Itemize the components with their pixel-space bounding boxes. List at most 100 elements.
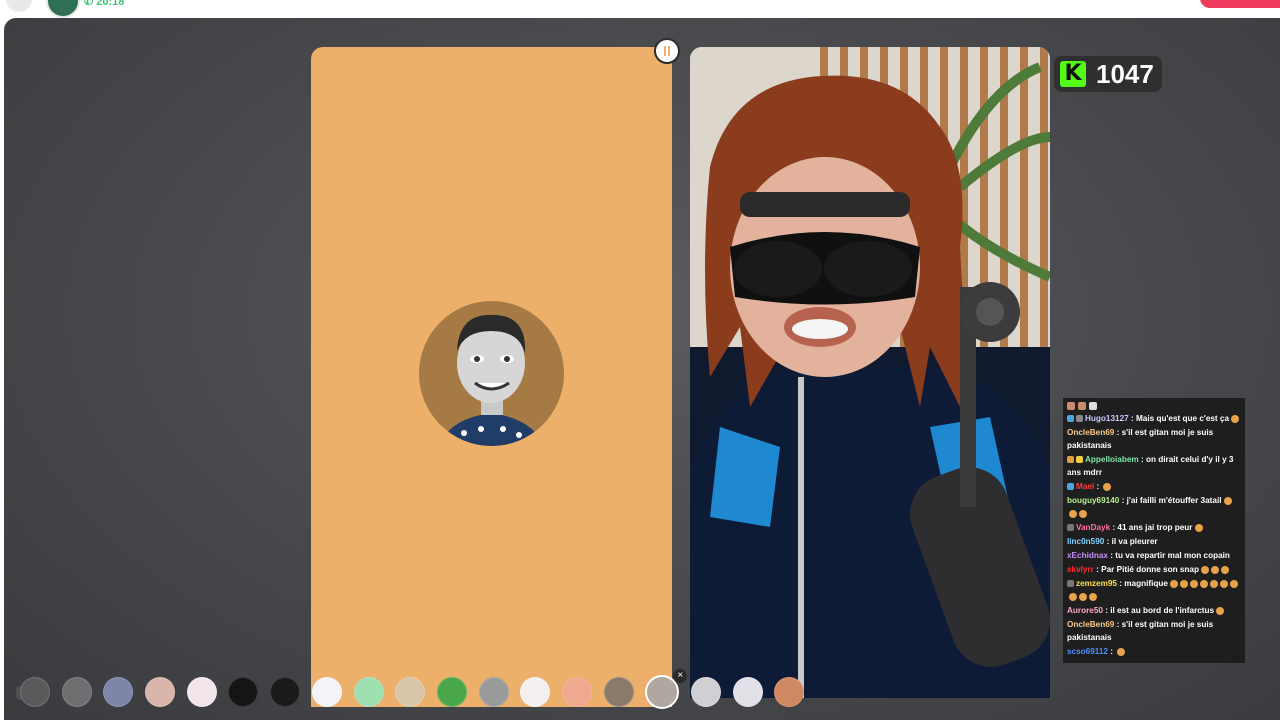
chat-emoji-icon (1223, 496, 1232, 505)
chat-username[interactable]: VanDayk (1076, 523, 1110, 532)
chat-emoji-icon (1216, 606, 1225, 615)
chat-user-badge-icon (1076, 456, 1083, 464)
chat-message-text: : (1107, 647, 1116, 656)
chat-message: xEchidnax : tu va repartir mal mon copai… (1067, 549, 1241, 562)
call-stage: K 1047 Hugo13127 : Mais qu'est que c'est… (4, 18, 1280, 720)
reaction-hairy-face-icon[interactable]: × (645, 669, 688, 709)
chat-message: linc0n590 : il va pleurer (1067, 535, 1241, 548)
chat-emoji-icon (1103, 482, 1112, 491)
reaction-blue-face-icon[interactable] (103, 677, 134, 707)
chat-emoji-icon (1079, 509, 1087, 518)
chat-emoji-icon (1210, 565, 1219, 574)
chat-username[interactable]: skvlyrr (1067, 565, 1094, 574)
call-timer: ✆ 20:18 (84, 0, 124, 8)
chat-username[interactable]: Mael (1076, 482, 1094, 491)
chat-user-badge-icon (1067, 456, 1074, 464)
chat-emoji-icon (1069, 509, 1077, 518)
participant-avatar (419, 301, 564, 446)
top-bar: ✆ 20:18 (0, 0, 1280, 18)
reaction-gray-face-icon[interactable] (61, 677, 92, 707)
chat-username[interactable]: OncleBen69 (1067, 620, 1114, 629)
chat-emoji-icon (1179, 579, 1188, 588)
chat-emoji-icon (1220, 565, 1229, 574)
chat-message-text: : 41 ans jai trop peur (1110, 523, 1193, 532)
left-participant-panel (311, 47, 672, 707)
user-avatar[interactable] (46, 0, 80, 18)
memoji-avatar-icon (439, 314, 544, 446)
chat-message: Hugo13127 : Mais qu'est que c'est ça (1067, 412, 1241, 425)
chat-user-badge-icon (1076, 415, 1083, 423)
reaction-sunglasses-icon[interactable] (478, 677, 509, 707)
kick-logo-icon: K (1060, 61, 1086, 87)
chat-message: Appelloiabem : on dirait celui d'y il y … (1067, 453, 1241, 479)
chat-message: OncleBen69 : s'il est gitan moi je suis … (1067, 426, 1241, 452)
chat-emoji-icon (1079, 592, 1087, 601)
chat-message: Aurore50 : il est au bord de l'infarctus (1067, 604, 1241, 617)
chat-username[interactable]: linc0n590 (1067, 537, 1104, 546)
chat-emoji-icon (1089, 592, 1097, 601)
chat-message: VanDayk : 41 ans jai trop peur (1067, 521, 1241, 534)
chat-emoji-icon (1189, 579, 1198, 588)
chat-message: zemzem95 : magnifique (1067, 577, 1241, 603)
reaction-plus-05-icon[interactable] (270, 677, 301, 707)
chat-emoji-icon (1209, 579, 1218, 588)
chat-emoji-icon (1169, 579, 1178, 588)
chat-username[interactable]: zemzem95 (1076, 579, 1117, 588)
chat-username[interactable]: Hugo13127 (1085, 414, 1129, 423)
reaction-white-face-icon[interactable] (520, 677, 551, 707)
reaction-dark-face-icon[interactable] (20, 677, 50, 707)
chat-emoji-icon (1229, 579, 1238, 588)
chat-badge-icon (1078, 402, 1086, 410)
reaction-tan-face-icon[interactable] (774, 677, 805, 707)
pause-button[interactable] (654, 38, 680, 64)
chat-message: skvlyrr : Par Pitié donne son snap (1067, 563, 1241, 576)
chat-emoji-icon (1117, 647, 1126, 656)
chat-user-badge-icon (1067, 415, 1074, 423)
chat-username[interactable]: scso69112 (1067, 647, 1108, 656)
streamer-video-image (690, 47, 1050, 698)
chat-message: OncleBen69 : s'il est gitan moi je suis … (1067, 618, 1241, 644)
chat-badge-icon (1089, 402, 1097, 410)
back-button[interactable] (6, 0, 32, 12)
chat-message-text: : il va pleurer (1104, 537, 1158, 546)
chat-emoji-icon (1231, 414, 1240, 423)
chat-message-text: : tu va repartir mal mon copain (1107, 551, 1230, 560)
kick-viewer-badge: K 1047 (1054, 56, 1162, 92)
reaction-sad-face-icon[interactable] (691, 677, 721, 707)
remove-reaction-close-icon[interactable]: × (673, 669, 688, 683)
phone-icon: ✆ (84, 0, 94, 8)
chat-message-text: : (1094, 482, 1102, 491)
chat-username[interactable]: bouguy69140 (1067, 496, 1119, 505)
chat-message-list: Hugo13127 : Mais qu'est que c'est ça Oncl… (1067, 412, 1241, 658)
reaction-bearded-face-icon[interactable] (395, 677, 426, 707)
reaction-bar: × (20, 669, 816, 709)
reaction-peach-face-icon[interactable] (561, 677, 592, 707)
live-chat-overlay: Hugo13127 : Mais qu'est que c'est ça Oncl… (1063, 398, 1245, 663)
chat-badge-icon (1067, 402, 1075, 410)
chat-username[interactable]: Appelloiabem (1085, 455, 1139, 464)
reaction-white-cat-icon[interactable] (186, 677, 217, 707)
chat-message: Mael : (1067, 480, 1241, 493)
chat-username[interactable]: Aurore50 (1067, 606, 1103, 615)
chat-emoji-icon (1069, 592, 1077, 601)
chat-emoji-icon (1194, 523, 1203, 532)
chat-emoji-icon (1199, 579, 1208, 588)
reaction-pink-blush-icon[interactable] (145, 677, 176, 707)
chat-username[interactable]: xEchidnax (1067, 551, 1108, 560)
reaction-green-face-icon[interactable] (353, 677, 384, 707)
reaction-green-alien-icon[interactable] (436, 677, 467, 707)
chat-message: bouguy69140 : j'ai failli m'étouffer 3at… (1067, 494, 1241, 520)
chat-user-badge-icon (1067, 483, 1074, 491)
reaction-stars-icon[interactable] (311, 677, 342, 707)
chat-username[interactable]: OncleBen69 (1067, 428, 1114, 437)
pause-icon (664, 46, 666, 56)
chat-user-badge-icon (1067, 580, 1074, 588)
end-call-button[interactable] (1200, 0, 1280, 8)
reaction-donkey-icon[interactable] (603, 677, 634, 707)
reaction-black-devil-icon[interactable] (228, 677, 259, 707)
right-participant-video (690, 47, 1050, 698)
chat-message-text: : Par Pitié donne son snap (1093, 565, 1199, 574)
viewer-count: 1047 (1096, 58, 1154, 89)
reaction-pale-face-icon[interactable] (732, 677, 763, 707)
chat-message-text: : j'ai failli m'étouffer 3atail (1119, 496, 1222, 505)
